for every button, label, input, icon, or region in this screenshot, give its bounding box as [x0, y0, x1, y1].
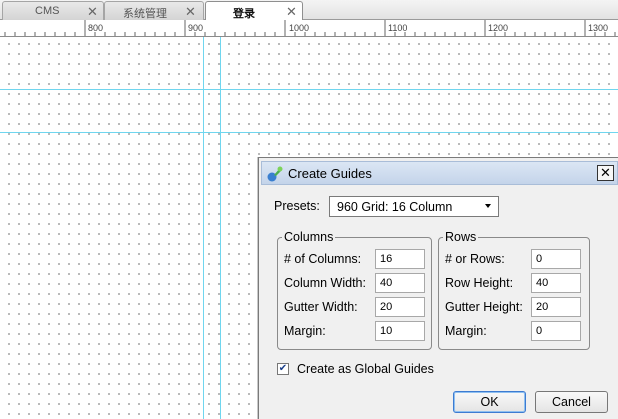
column-width-field[interactable]: 40 — [375, 273, 425, 293]
tab-bar: CMS ✕ 系统管理 ✕ 登录 ✕ — [0, 0, 618, 21]
presets-select[interactable]: 960 Grid: 16 Column — [329, 196, 499, 217]
tab-label: CMS — [35, 5, 60, 17]
presets-label: Presets: — [274, 199, 320, 213]
row-height-label: Row Height: — [445, 276, 514, 290]
rows-count-field[interactable]: 0 — [531, 249, 581, 269]
chevron-down-icon — [485, 204, 491, 208]
gutter-height-label: Gutter Height: — [445, 300, 523, 314]
vertical-guide[interactable] — [220, 37, 221, 419]
column-margin-field[interactable]: 10 — [375, 321, 425, 341]
column-margin-label: Margin: — [284, 324, 326, 338]
ruler-label: 900 — [188, 23, 203, 33]
rows-count-label: # or Rows: — [445, 252, 505, 266]
horizontal-guide[interactable] — [0, 89, 618, 90]
tab-label: 系统管理 — [123, 8, 167, 20]
ok-button[interactable]: OK — [453, 391, 526, 413]
tab-system-management[interactable]: 系统管理 ✕ — [104, 1, 204, 20]
ruler-label: 800 — [88, 23, 103, 33]
rows-legend: Rows — [445, 230, 477, 244]
vertical-guide[interactable] — [203, 37, 204, 419]
close-icon[interactable]: ✕ — [185, 4, 196, 20]
tab-label: 登录 — [233, 8, 255, 20]
close-icon[interactable]: ✕ — [286, 4, 297, 20]
global-guides-label[interactable]: Create as Global Guides — [297, 362, 434, 376]
row-margin-field[interactable]: 0 — [531, 321, 581, 341]
columns-legend: Columns — [284, 230, 334, 244]
columns-count-label: # of Columns: — [284, 252, 362, 266]
close-icon[interactable]: ✕ — [87, 4, 98, 20]
global-guides-checkbox[interactable]: ✔ — [277, 363, 289, 375]
tab-login[interactable]: 登录 ✕ — [205, 1, 303, 21]
ruler-label: 1300 — [588, 23, 608, 33]
presets-value: 960 Grid: 16 Column — [337, 200, 453, 214]
create-guides-dialog: Create Guides ✕ Presets: 960 Grid: 16 Co… — [258, 157, 618, 419]
columns-count-field[interactable]: 16 — [375, 249, 425, 269]
app-icon — [267, 166, 283, 182]
row-margin-label: Margin: — [445, 324, 487, 338]
dialog-title: Create Guides — [288, 166, 372, 181]
gutter-width-label: Gutter Width: — [284, 300, 358, 314]
ruler-label: 1000 — [289, 23, 309, 33]
horizontal-ruler: 800 900 1000 1100 1200 1300 — [0, 20, 618, 37]
dialog-titlebar[interactable]: Create Guides ✕ — [261, 161, 618, 185]
ruler-ticks: 800 900 1000 1100 1200 1300 — [4, 20, 616, 36]
column-width-label: Column Width: — [284, 276, 366, 290]
gutter-height-field[interactable]: 20 — [531, 297, 581, 317]
ruler-label: 1200 — [488, 23, 508, 33]
tab-cms[interactable]: CMS ✕ — [2, 1, 104, 20]
gutter-width-field[interactable]: 20 — [375, 297, 425, 317]
cancel-button[interactable]: Cancel — [535, 391, 608, 413]
ruler-label: 1100 — [388, 23, 407, 33]
row-height-field[interactable]: 40 — [531, 273, 581, 293]
dialog-close-button[interactable]: ✕ — [597, 165, 614, 181]
horizontal-guide[interactable] — [0, 132, 618, 133]
